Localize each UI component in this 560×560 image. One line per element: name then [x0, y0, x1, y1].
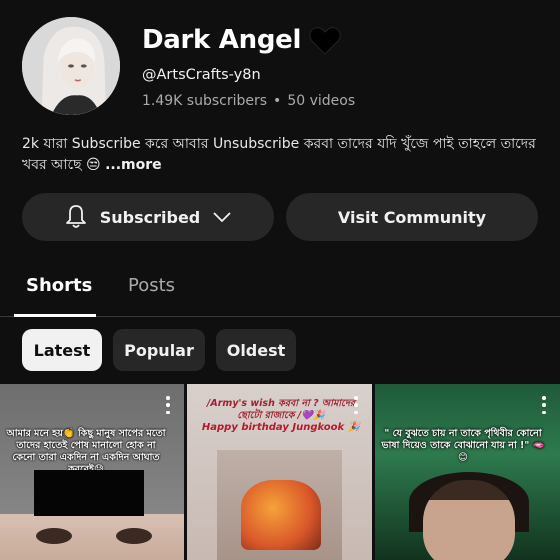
bell-icon [64, 204, 88, 230]
channel-description[interactable]: 2k যারা Subscribe করে আবার Unsubscribe ক… [22, 134, 542, 176]
censor-block [34, 470, 144, 516]
more-options-icon[interactable] [354, 396, 358, 414]
channel-avatar[interactable] [22, 17, 120, 115]
channel-handle: @ArtsCrafts-y8n [142, 67, 261, 83]
short-caption-secondary: Happy birthday Jungkook 🎉 [201, 422, 361, 433]
subscribed-label: Subscribed [99, 207, 201, 227]
cake-image [241, 480, 321, 550]
channel-stats: 1.49K subscribers • 50 videos [142, 93, 355, 109]
chevron-down-icon [212, 211, 232, 223]
filter-chip-oldest[interactable]: Oldest [216, 329, 296, 371]
channel-name: Dark Angel [142, 24, 341, 56]
short-image-face [423, 480, 515, 560]
more-options-icon[interactable] [166, 396, 170, 414]
tab-shorts[interactable]: Shorts [26, 275, 92, 296]
channel-name-text: Dark Angel [142, 25, 302, 55]
short-caption: /Army's wish করবা না ? আমাদের ছোটো রাজাক… [206, 398, 356, 421]
tab-posts[interactable]: Posts [128, 275, 175, 296]
short-caption: " যে বুঝতে চায় না তাকে পৃথিবীর কোনো ভাষ… [381, 428, 545, 463]
video-count: 50 videos [287, 93, 356, 109]
filter-chip-latest[interactable]: Latest [22, 329, 102, 371]
short-image [217, 450, 342, 560]
subscribed-button[interactable]: Subscribed [22, 193, 274, 241]
channel-tabs: Shorts Posts [0, 262, 560, 317]
active-tab-indicator [14, 314, 96, 317]
description-text: 2k যারা Subscribe করে আবার Unsubscribe ক… [22, 136, 536, 173]
black-heart-icon [309, 24, 341, 56]
more-options-icon[interactable] [542, 396, 546, 414]
short-image [0, 514, 184, 560]
short-thumbnail[interactable]: " যে বুঝতে চায় না তাকে পৃথিবীর কোনো ভাষ… [375, 384, 560, 560]
short-thumbnail[interactable]: /Army's wish করবা না ? আমাদের ছোটো রাজাক… [187, 384, 372, 560]
visit-community-button[interactable]: Visit Community [286, 193, 538, 241]
filter-chip-popular[interactable]: Popular [113, 329, 205, 371]
stats-separator: • [273, 93, 282, 109]
short-caption: আমার মনে হয়👏 কিছু মানুষ সাপের মতো তাদের… [6, 428, 166, 475]
more-link[interactable]: ...more [105, 157, 162, 173]
short-thumbnail[interactable]: আমার মনে হয়👏 কিছু মানুষ সাপের মতো তাদের… [0, 384, 184, 560]
subscriber-count: 1.49K subscribers [142, 93, 268, 109]
